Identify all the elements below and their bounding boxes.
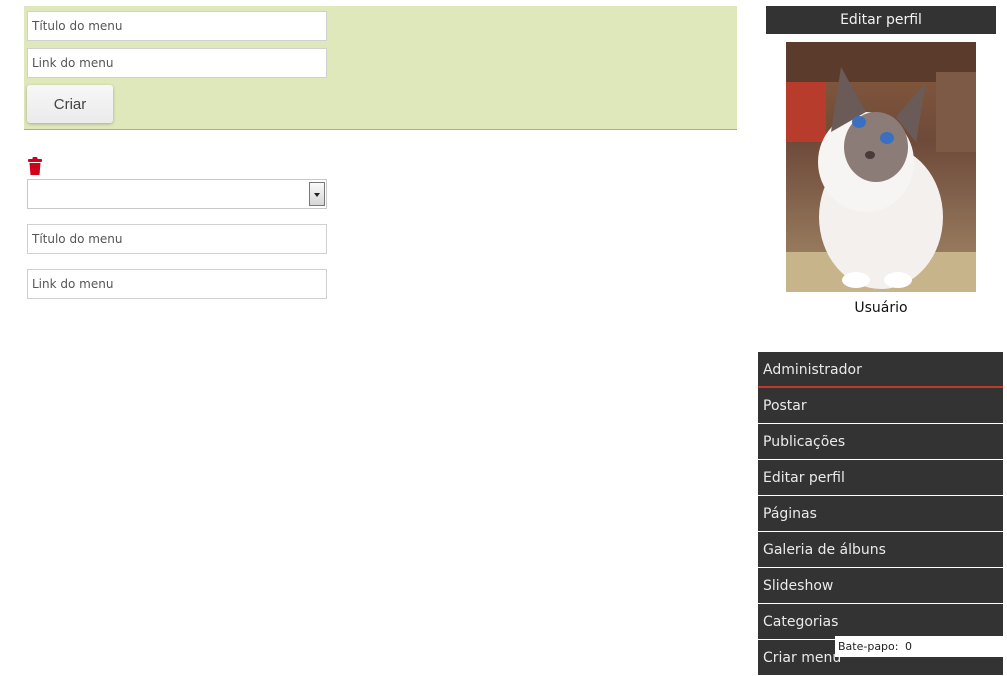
- create-button[interactable]: Criar: [27, 85, 113, 123]
- menu-link-input[interactable]: [27, 48, 327, 78]
- chat-label: Bate-papo:: [838, 640, 899, 653]
- create-menu-panel: Criar: [24, 6, 737, 130]
- menu-item-administrador[interactable]: Administrador: [758, 352, 1003, 388]
- menu-item-paginas[interactable]: Páginas: [758, 496, 1003, 532]
- menu-item-publicacoes[interactable]: Publicações: [758, 424, 1003, 460]
- menu-select[interactable]: [27, 179, 327, 209]
- username: Usuário: [854, 300, 908, 316]
- avatar: [786, 42, 976, 292]
- chat-count: 0: [904, 640, 912, 653]
- chevron-down-icon[interactable]: [309, 182, 325, 206]
- menu-item-editar-perfil[interactable]: Editar perfil: [758, 460, 1003, 496]
- menu-item-categorias[interactable]: Categorias: [758, 604, 1003, 640]
- trash-icon[interactable]: [28, 157, 42, 175]
- edit-menu-title-input[interactable]: [27, 224, 327, 254]
- chat-bar[interactable]: Bate-papo: 0: [835, 636, 1003, 657]
- admin-menu: Administrador Postar Publicações Editar …: [758, 352, 1003, 676]
- menu-item-postar[interactable]: Postar: [758, 388, 1003, 424]
- edit-profile-header[interactable]: Editar perfil: [766, 6, 996, 34]
- menu-item-slideshow[interactable]: Slideshow: [758, 568, 1003, 604]
- edit-menu-link-input[interactable]: [27, 269, 327, 299]
- menu-title-input[interactable]: [27, 11, 327, 41]
- menu-item-galeria-albuns[interactable]: Galeria de álbuns: [758, 532, 1003, 568]
